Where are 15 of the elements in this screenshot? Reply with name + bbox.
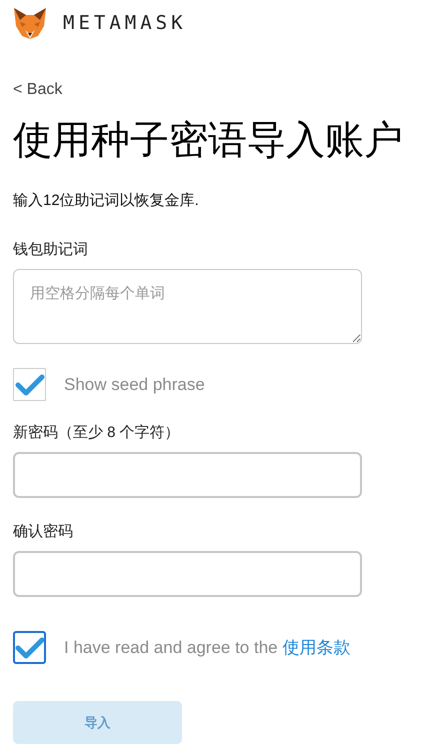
fox-logo-icon — [13, 6, 47, 40]
subtitle: 输入12位助记词以恢复金库. — [13, 191, 200, 210]
terms-link[interactable]: 使用条款 — [282, 638, 350, 657]
field-label: 钱包助记词 — [13, 240, 89, 259]
terms-text: I have read and agree to the 使用条款 — [64, 637, 350, 659]
page-title: 使用种子密语导入账户 — [13, 118, 404, 164]
field-label: 确认密码 — [13, 522, 74, 541]
brand-name: METAMASK — [63, 12, 187, 34]
checkbox[interactable] — [13, 631, 46, 664]
password-field[interactable] — [13, 452, 362, 498]
back-link[interactable]: < Back — [13, 81, 62, 99]
confirm-password-field[interactable] — [13, 551, 362, 597]
seed-phrase-field[interactable]: 用空格分隔每个单词 — [13, 269, 362, 344]
field-label: 新密码（至少 8 个字符） — [13, 423, 181, 442]
checkbox-label: Show seed phrase — [64, 374, 205, 394]
